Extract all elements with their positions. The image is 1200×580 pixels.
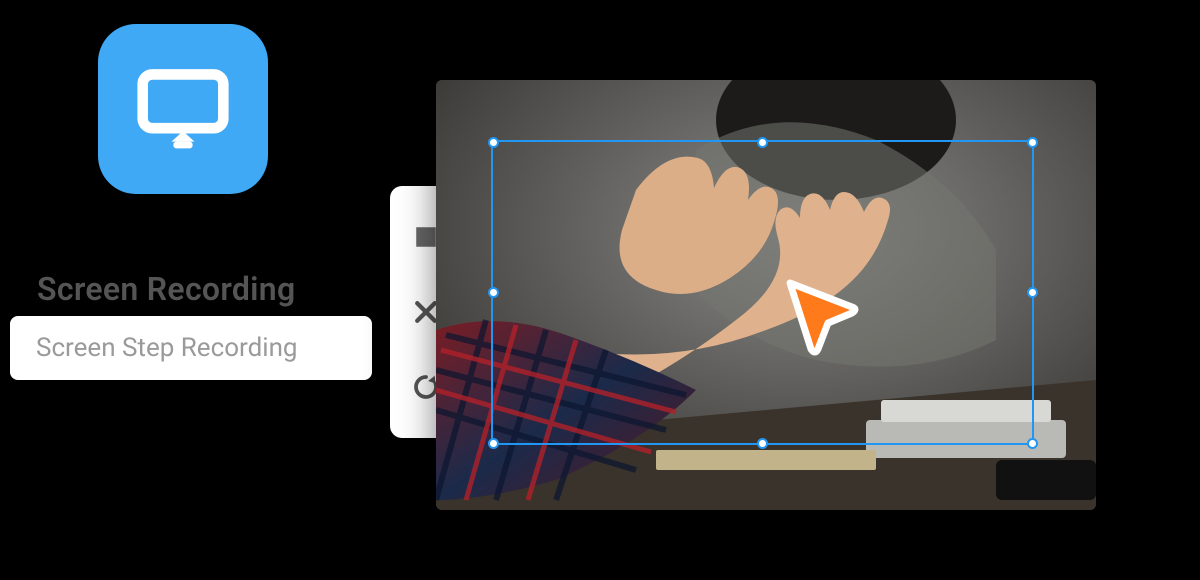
resize-handle-bottom-left[interactable] [488, 438, 499, 449]
monitor-icon [135, 61, 231, 157]
resize-handle-middle-left[interactable] [488, 287, 499, 298]
recording-preview[interactable] [436, 80, 1096, 510]
app-icon [98, 24, 268, 194]
resize-handle-bottom-right[interactable] [1027, 438, 1038, 449]
screen-recording-title: Screen Recording [37, 270, 295, 308]
resize-handle-top-middle[interactable] [757, 137, 768, 148]
resize-handle-top-left[interactable] [488, 137, 499, 148]
resize-handle-middle-right[interactable] [1027, 287, 1038, 298]
resize-handle-top-right[interactable] [1027, 137, 1038, 148]
screen-step-recording-option[interactable]: Screen Step Recording [10, 316, 372, 380]
option-label: Screen Step Recording [36, 333, 298, 363]
resize-handle-bottom-middle[interactable] [757, 438, 768, 449]
